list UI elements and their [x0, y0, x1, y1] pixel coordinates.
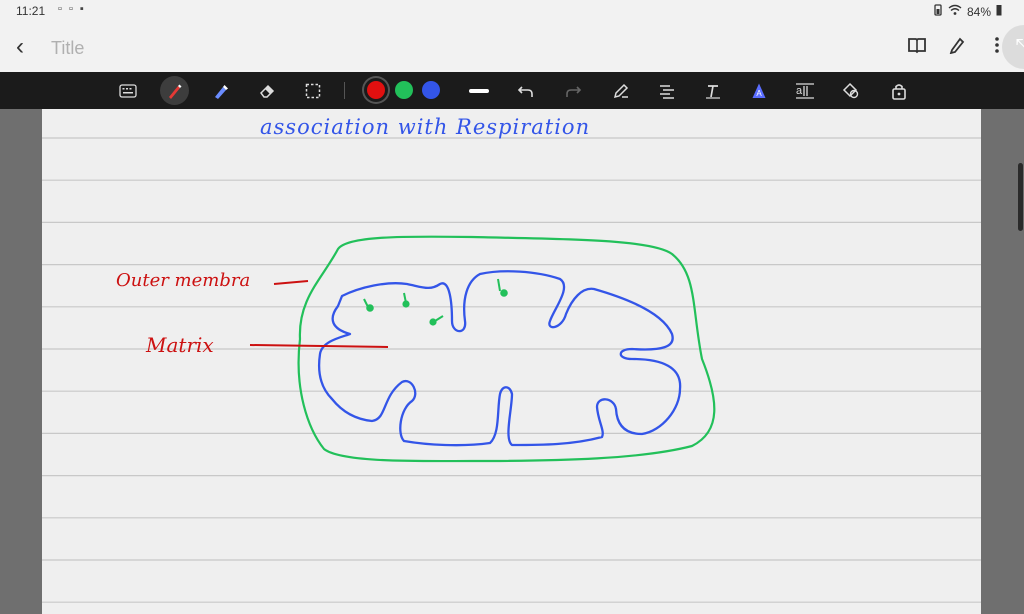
book-icon	[908, 38, 926, 54]
clock: 11:21	[16, 4, 46, 18]
ai-icon: A	[752, 83, 765, 98]
color-green-swatch[interactable]	[395, 81, 413, 99]
text-tool-button[interactable]	[698, 76, 727, 105]
status-bar: 11:21 ▫ ▫ ▪ 84%	[0, 0, 1024, 24]
outer-membrane-pointer	[273, 280, 309, 285]
matrix-pointer	[249, 344, 389, 348]
note-title-input[interactable]: Title	[51, 38, 84, 59]
book-view-button[interactable]	[906, 34, 928, 56]
shape-pen-button[interactable]	[606, 76, 635, 105]
battery-saver-icon	[933, 4, 943, 19]
lock-button[interactable]	[884, 76, 913, 105]
shape-pen-icon	[613, 83, 628, 98]
stroke-width-button[interactable]	[464, 76, 493, 105]
vertical-scrollbar[interactable]	[1018, 163, 1023, 231]
heading-handwriting: association with Respiration	[260, 115, 590, 139]
svg-text:A: A	[756, 89, 762, 98]
title-bar: ‹ Title ⤡	[0, 24, 1024, 72]
text-box-button[interactable]: a	[790, 76, 819, 105]
note-canvas[interactable]: association with Respiration Outer membr…	[42, 109, 981, 614]
wifi-icon	[948, 4, 962, 19]
ai-assist-button[interactable]: A	[744, 76, 773, 105]
selection-icon	[305, 83, 320, 98]
lasso-select-button[interactable]	[298, 76, 327, 105]
drawing-toolbar: A a	[0, 72, 1024, 109]
color-red-swatch[interactable]	[367, 81, 385, 99]
outer-membrane-label: Outer membra	[116, 270, 250, 291]
redo-icon	[565, 85, 581, 97]
battery-icon	[996, 4, 1002, 19]
eraser-icon	[259, 84, 274, 98]
svg-text:a: a	[796, 85, 803, 97]
pen-icon	[949, 37, 965, 54]
highlighter-icon	[214, 84, 228, 99]
canvas-left-gutter	[0, 109, 42, 614]
pen-tool-button[interactable]	[160, 76, 189, 105]
ruled-lines	[42, 137, 981, 603]
back-button[interactable]: ‹	[16, 33, 44, 61]
back-icon: ‹	[16, 33, 24, 60]
matrix-label: Matrix	[145, 333, 214, 357]
eraser-button[interactable]	[252, 76, 281, 105]
pen-mode-button[interactable]	[946, 34, 968, 56]
text-align-icon	[659, 84, 674, 99]
notification-icons: ▫ ▫ ▪	[58, 3, 86, 15]
collapse-toolbar-button[interactable]: ⤡	[1002, 25, 1024, 69]
undo-icon	[517, 85, 533, 97]
battery-percent: 84%	[966, 4, 991, 19]
text-align-button[interactable]	[652, 76, 681, 105]
text-tool-icon	[705, 84, 720, 99]
stroke-width-icon	[468, 88, 489, 93]
inner-membrane-stroke	[318, 270, 682, 447]
handwriting-layer: association with Respiration Outer membr…	[42, 115, 981, 603]
collapse-icon: ⤡	[1015, 34, 1024, 59]
toolbar-divider	[344, 82, 345, 99]
shapes-icon	[842, 82, 858, 98]
undo-button[interactable]	[511, 76, 540, 105]
redo-button[interactable]	[558, 76, 587, 105]
text-box-icon: a	[795, 82, 814, 99]
keyboard-icon	[118, 83, 137, 98]
more-vertical-icon	[995, 37, 999, 53]
keyboard-button[interactable]	[113, 76, 142, 105]
highlighter-button[interactable]	[206, 76, 235, 105]
shapes-button[interactable]	[836, 76, 865, 105]
pen-tool-icon	[168, 84, 181, 99]
color-blue-swatch[interactable]	[422, 81, 440, 99]
lock-icon	[891, 83, 906, 100]
